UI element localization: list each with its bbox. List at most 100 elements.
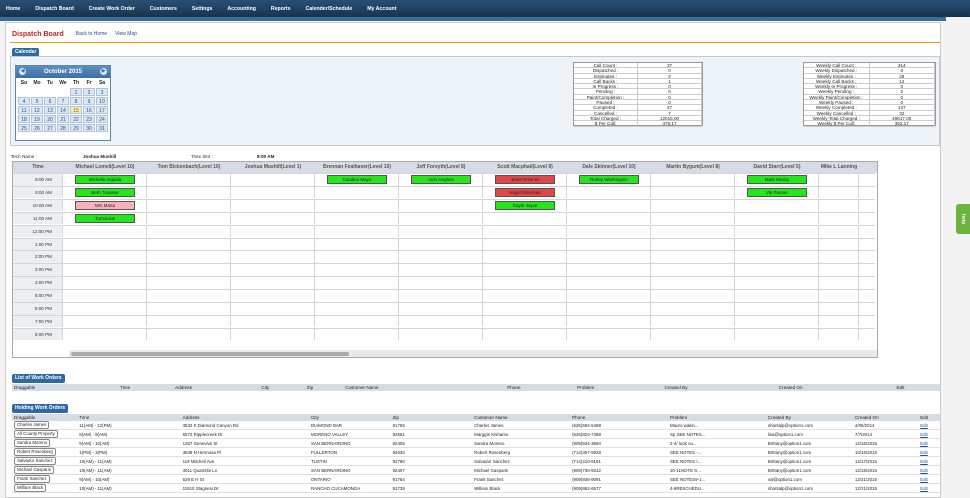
schedule-cell[interactable] — [231, 186, 315, 199]
next-month-icon[interactable]: ▶ — [100, 68, 107, 75]
schedule-cell[interactable] — [651, 328, 735, 341]
draggable-order-button[interactable]: Frank Sanchez — [14, 475, 50, 483]
schedule-cell[interactable] — [651, 290, 735, 302]
schedule-cell[interactable] — [735, 277, 819, 289]
schedule-cell[interactable] — [399, 238, 483, 250]
schedule-cell[interactable] — [651, 199, 735, 212]
schedule-cell[interactable] — [483, 212, 567, 225]
schedule-cell[interactable] — [735, 238, 819, 250]
schedule-cell[interactable] — [819, 328, 859, 341]
schedule-cell[interactable] — [483, 225, 567, 238]
schedule-cell[interactable] — [147, 277, 231, 289]
schedule-cell[interactable] — [735, 212, 819, 225]
schedule-cell[interactable] — [819, 315, 859, 328]
appointment-block[interactable]: Vik Panner — [747, 187, 807, 197]
schedule-cell[interactable] — [399, 264, 483, 276]
schedule-cell[interactable] — [567, 328, 651, 341]
schedule-cell[interactable] — [651, 225, 735, 238]
schedule-cell[interactable] — [567, 303, 651, 315]
schedule-cell[interactable] — [819, 212, 859, 225]
schedule-cell[interactable] — [63, 264, 147, 276]
schedule-cell[interactable] — [735, 225, 819, 238]
schedule-cell[interactable] — [399, 328, 483, 341]
schedule-cell[interactable] — [819, 303, 859, 315]
schedule-cell[interactable] — [63, 238, 147, 250]
schedule-cell[interactable] — [567, 186, 651, 199]
appointment-block[interactable]: Gayle Joyce — [495, 200, 555, 210]
schedule-cell[interactable] — [651, 315, 735, 328]
schedule-cell[interactable] — [399, 199, 483, 212]
schedule-cell[interactable] — [651, 186, 735, 199]
schedule-cell[interactable] — [735, 199, 819, 212]
calendar-date[interactable]: 9 — [83, 97, 95, 105]
calendar-date[interactable]: 29 — [70, 124, 82, 132]
schedule-cell[interactable] — [147, 174, 231, 186]
schedule-cell[interactable] — [231, 212, 315, 225]
schedule-cell[interactable] — [651, 174, 735, 186]
schedule-cell[interactable] — [315, 303, 399, 315]
nav-home[interactable]: Home — [6, 6, 20, 12]
schedule-cell[interactable] — [735, 303, 819, 315]
schedule-cell[interactable] — [735, 264, 819, 276]
calendar-date[interactable]: 28 — [57, 124, 69, 132]
schedule-cell[interactable] — [231, 315, 315, 328]
nav-calender-schedule[interactable]: Calender/Schedule — [306, 6, 353, 12]
schedule-cell[interactable] — [483, 264, 567, 276]
schedule-cell[interactable] — [147, 238, 231, 250]
schedule-cell[interactable] — [651, 277, 735, 289]
edit-link[interactable]: Edit — [920, 432, 928, 437]
calendar-date[interactable]: 6 — [44, 97, 56, 105]
schedule-cell[interactable] — [231, 328, 315, 341]
schedule-cell[interactable] — [483, 238, 567, 250]
help-tab[interactable]: help — [956, 204, 970, 234]
schedule-cell[interactable] — [147, 303, 231, 315]
schedule-cell[interactable] — [315, 328, 399, 341]
back-to-home-link[interactable]: Back to Home — [76, 31, 107, 37]
schedule-cell[interactable] — [147, 225, 231, 238]
schedule-cell[interactable] — [651, 303, 735, 315]
schedule-cell[interactable] — [567, 315, 651, 328]
draggable-order-button[interactable]: Salvador Sanchez — [14, 457, 56, 465]
schedule-cell[interactable] — [231, 251, 315, 263]
schedule-cell[interactable] — [399, 251, 483, 263]
nav-my-account[interactable]: My Account — [367, 6, 396, 12]
schedule-cell[interactable] — [315, 277, 399, 289]
calendar-date[interactable]: 26 — [31, 124, 43, 132]
appointment-block[interactable]: Michelle Aspiala — [75, 175, 135, 184]
calendar-date[interactable]: 11 — [18, 106, 30, 114]
schedule-cell[interactable] — [147, 251, 231, 263]
edit-link[interactable]: Edit — [920, 423, 928, 428]
schedule-cell[interactable] — [819, 186, 859, 199]
schedule-cell[interactable] — [231, 290, 315, 302]
schedule-cell[interactable] — [567, 251, 651, 263]
schedule-cell[interactable] — [819, 290, 859, 302]
schedule-cell[interactable] — [819, 264, 859, 276]
draggable-order-button[interactable]: Robert Rosenberg — [14, 448, 56, 456]
calendar-date[interactable]: 12 — [31, 106, 43, 114]
schedule-cell[interactable] — [483, 251, 567, 263]
schedule-cell[interactable] — [315, 238, 399, 250]
schedule-cell[interactable] — [651, 264, 735, 276]
schedule-cell[interactable] — [819, 225, 859, 238]
appointment-block[interactable]: Aido Hughes — [411, 175, 471, 184]
schedule-cell[interactable] — [147, 290, 231, 302]
schedule-cell[interactable] — [735, 315, 819, 328]
calendar-date[interactable]: 3 — [96, 88, 108, 96]
schedule-cell[interactable] — [63, 315, 147, 328]
nav-accounting[interactable]: Accounting — [227, 6, 256, 12]
schedule-cell[interactable] — [567, 212, 651, 225]
appointment-block[interactable]: Candice Mayo — [327, 175, 387, 184]
calendar-date[interactable]: 24 — [96, 115, 108, 123]
edit-link[interactable]: Edit — [920, 441, 928, 446]
schedule-cell[interactable] — [651, 251, 735, 263]
schedule-cell[interactable] — [63, 251, 147, 263]
calendar-date[interactable]: 13 — [44, 106, 56, 114]
draggable-order-button[interactable]: All County Property — [14, 430, 58, 438]
schedule-cell[interactable] — [735, 328, 819, 341]
schedule-cell[interactable] — [819, 277, 859, 289]
calendar-date[interactable]: 19 — [31, 115, 43, 123]
schedule-cell[interactable] — [147, 315, 231, 328]
schedule-cell[interactable] — [231, 225, 315, 238]
appointment-block[interactable]: Hagel Manchan — [495, 187, 555, 197]
calendar-date[interactable]: 18 — [18, 115, 30, 123]
